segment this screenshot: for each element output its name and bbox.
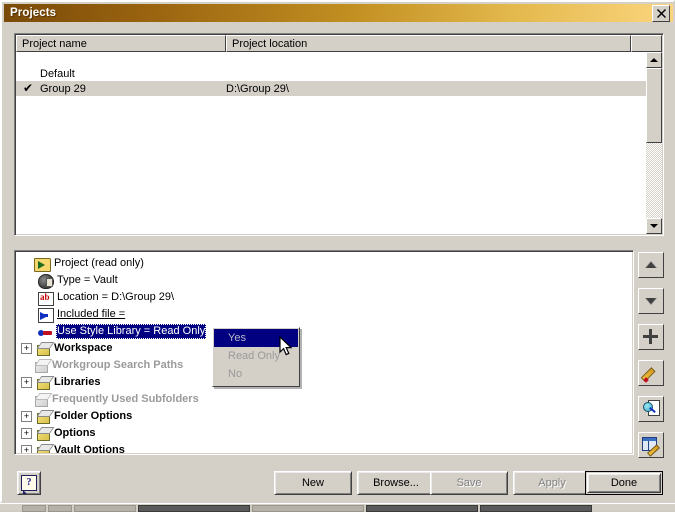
expand-editor-button[interactable] [638, 432, 664, 458]
table-row[interactable]: ✔ Group 29 D:\Group 29\ [16, 81, 646, 96]
expander-icon[interactable]: + [21, 343, 32, 354]
save-button-label: Save [456, 477, 482, 489]
expander-icon[interactable]: + [21, 428, 32, 439]
row-project-location: D:\Group 29\ [226, 82, 289, 95]
tree-item-label: Type = Vault [57, 274, 118, 286]
projects-dialog: Projects Project name Project location D… [0, 0, 675, 503]
tree-item-label: Folder Options [54, 410, 133, 422]
box-icon [36, 427, 51, 441]
dropdown-item-yes[interactable]: Yes [214, 329, 298, 347]
browse-button[interactable] [638, 396, 664, 422]
row-project-name: Default [40, 67, 75, 80]
vault-icon [38, 273, 54, 289]
tree-item-label: Project (read only) [54, 257, 144, 269]
apply-button-label: Apply [538, 477, 566, 489]
tree-item-label: Frequently Used Subfolders [52, 393, 199, 405]
arrow-up-icon [642, 256, 660, 274]
column-header-label: Project name [22, 37, 87, 50]
tree-item-label: Location = D:\Group 29\ [57, 291, 175, 303]
list-scrollbar[interactable] [646, 52, 662, 234]
column-header-project-location[interactable]: Project location [226, 35, 631, 52]
table-row[interactable]: Default [16, 66, 646, 81]
save-button[interactable]: Save [430, 471, 508, 495]
tree-item-label: Workgroup Search Paths [52, 359, 184, 371]
browse-button-label: Browse... [373, 477, 419, 489]
tree-item-label: Vault Options [54, 444, 125, 453]
edit-button[interactable] [638, 360, 664, 386]
tree-item-use-style-library[interactable]: Use Style Library = Read Only [16, 323, 632, 340]
row-project-name: Group 29 [40, 82, 86, 95]
box-icon [36, 410, 51, 424]
new-button-label: New [301, 477, 324, 489]
tree-item-location[interactable]: Location = D:\Group 29\ [16, 289, 632, 306]
expander-icon[interactable]: + [21, 377, 32, 388]
done-button-label: Done [610, 477, 638, 489]
tree-item-label: Workspace [54, 342, 113, 354]
title-bar[interactable]: Projects [4, 4, 673, 22]
tree-item-label: Included file = [57, 308, 126, 320]
value-dropdown-menu[interactable]: Yes Read Only No [212, 327, 300, 387]
project-list[interactable]: Project name Project location Default ✔ … [14, 33, 664, 236]
move-down-button[interactable] [638, 288, 664, 314]
dropdown-item-no[interactable]: No [214, 365, 298, 383]
tree-item-workspace[interactable]: + Workspace [16, 340, 632, 357]
expander-icon[interactable]: + [21, 411, 32, 422]
scroll-up-button[interactable] [646, 52, 662, 68]
column-header-project-name[interactable]: Project name [16, 35, 226, 52]
column-header-label: Project location [232, 37, 308, 50]
box-icon [34, 359, 49, 373]
box-icon [34, 393, 49, 407]
column-header-filler [631, 35, 662, 52]
style-library-icon [38, 328, 53, 339]
close-button[interactable] [652, 5, 670, 22]
tree-item-folder-options[interactable]: + Folder Options [16, 408, 632, 425]
browse-dialog-button[interactable]: Browse... [357, 471, 435, 495]
row-check: ✔ [22, 81, 34, 95]
magnifier-page-icon [642, 400, 660, 418]
box-icon [36, 444, 51, 453]
scroll-thumb[interactable] [646, 68, 662, 143]
apply-button[interactable]: Apply [513, 471, 591, 495]
tree-item-label: Libraries [54, 376, 101, 388]
dropdown-item-read-only[interactable]: Read Only [214, 347, 298, 365]
window-title: Projects [10, 7, 57, 19]
grid-pencil-icon [642, 436, 661, 457]
list-header: Project name Project location [16, 35, 662, 52]
tree-item-label: Options [54, 427, 96, 439]
expander-icon[interactable]: + [21, 445, 32, 453]
tree-item-frequently-used-subfolders[interactable]: Frequently Used Subfolders [16, 391, 632, 408]
tree-body: Project (read only) Type = Vault Locatio… [16, 252, 632, 453]
help-button[interactable]: ? [17, 471, 41, 495]
move-up-button[interactable] [638, 252, 664, 278]
arrow-up-icon [650, 58, 658, 62]
close-icon [656, 9, 666, 18]
tree-item-included-file[interactable]: Included file = [16, 306, 632, 323]
new-button[interactable]: New [274, 471, 352, 495]
help-icon: ? [21, 475, 37, 494]
tree-item-label: Use Style Library = Read Only [56, 324, 207, 339]
included-file-icon [38, 307, 54, 323]
scroll-down-button[interactable] [646, 218, 662, 234]
add-button[interactable] [638, 324, 664, 350]
tree-item-libraries[interactable]: + Libraries [16, 374, 632, 391]
pencil-icon [642, 364, 660, 382]
arrow-down-icon [642, 292, 660, 310]
ab-text-icon [38, 291, 54, 306]
box-icon [36, 342, 51, 356]
tree-item-workgroup-search-paths[interactable]: Workgroup Search Paths [16, 357, 632, 374]
arrow-down-icon [650, 224, 658, 228]
tree-item-vault-options[interactable]: + Vault Options [16, 442, 632, 453]
list-body: Default ✔ Group 29 D:\Group 29\ [16, 52, 646, 234]
folder-arrow-icon [34, 257, 51, 272]
tree-item-type[interactable]: Type = Vault [16, 272, 632, 289]
tree-toolbar [638, 252, 665, 468]
done-button[interactable]: Done [585, 471, 663, 495]
plus-icon [642, 328, 660, 346]
project-settings-tree[interactable]: Project (read only) Type = Vault Locatio… [14, 250, 634, 455]
box-icon [36, 376, 51, 390]
tree-item-project[interactable]: Project (read only) [16, 255, 632, 272]
tree-item-options[interactable]: + Options [16, 425, 632, 442]
